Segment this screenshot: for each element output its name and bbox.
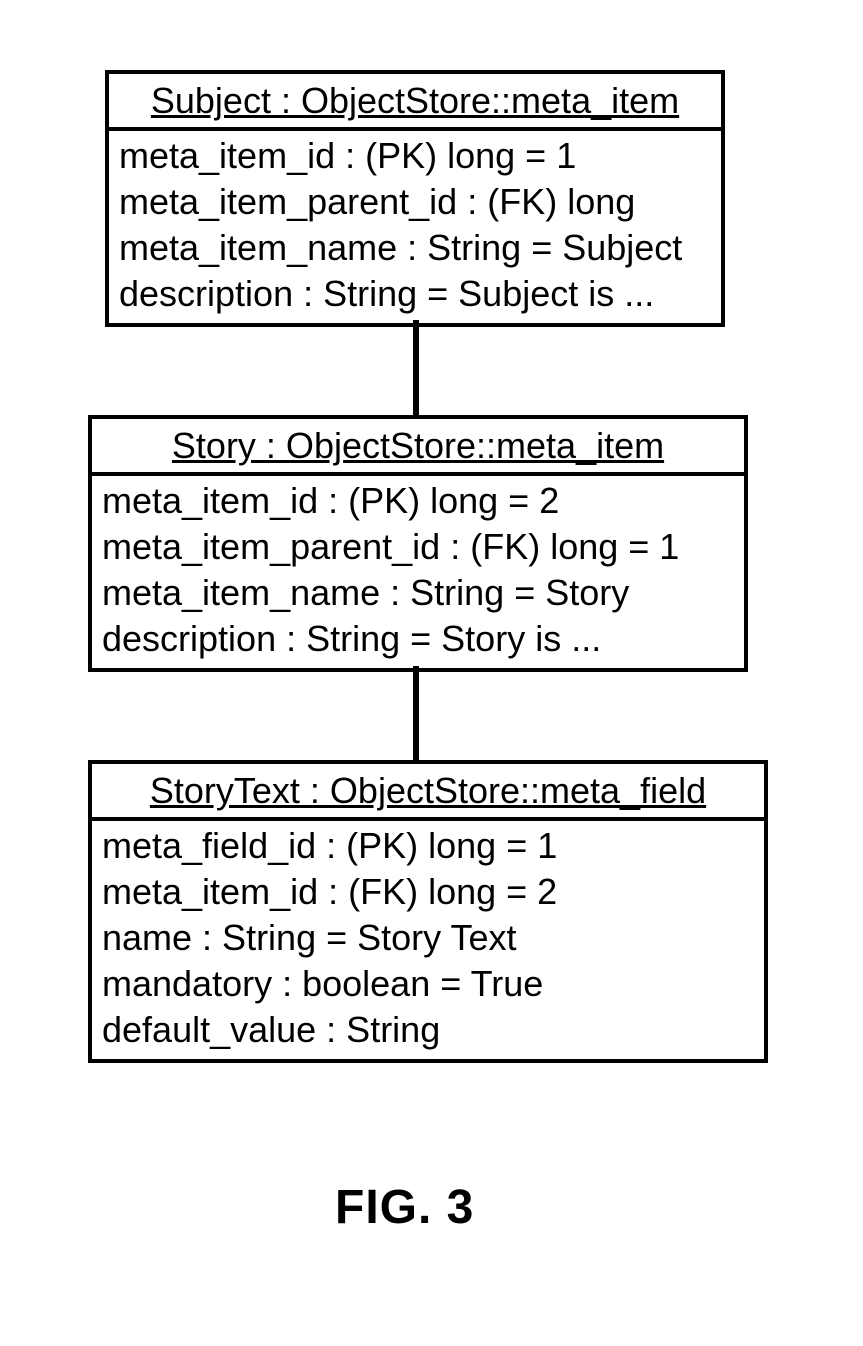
- entity-story-attr: meta_item_name : String = Story: [102, 570, 734, 616]
- entity-story-attr: meta_item_id : (PK) long = 2: [102, 478, 734, 524]
- entity-subject-body: meta_item_id : (PK) long = 1 meta_item_p…: [109, 131, 721, 323]
- connector-story-storytext: [413, 666, 419, 761]
- entity-story-body: meta_item_id : (PK) long = 2 meta_item_p…: [92, 476, 744, 668]
- connector-subject-story: [413, 320, 419, 415]
- entity-subject: Subject : ObjectStore::meta_item meta_it…: [105, 70, 725, 327]
- entity-storytext-body: meta_field_id : (PK) long = 1 meta_item_…: [92, 821, 764, 1059]
- entity-story-attr: meta_item_parent_id : (FK) long = 1: [102, 524, 734, 570]
- entity-subject-header: Subject : ObjectStore::meta_item: [109, 74, 721, 131]
- entity-storytext-attr: mandatory : boolean = True: [102, 961, 754, 1007]
- entity-storytext-attr: name : String = Story Text: [102, 915, 754, 961]
- entity-story-header: Story : ObjectStore::meta_item: [92, 419, 744, 476]
- entity-storytext-header: StoryText : ObjectStore::meta_field: [92, 764, 764, 821]
- entity-story: Story : ObjectStore::meta_item meta_item…: [88, 415, 748, 672]
- entity-subject-attr: meta_item_id : (PK) long = 1: [119, 133, 711, 179]
- entity-subject-attr: description : String = Subject is ...: [119, 271, 711, 317]
- entity-storytext: StoryText : ObjectStore::meta_field meta…: [88, 760, 768, 1063]
- entity-subject-attr: meta_item_name : String = Subject: [119, 225, 711, 271]
- diagram-canvas: Subject : ObjectStore::meta_item meta_it…: [0, 0, 863, 1346]
- entity-subject-attr: meta_item_parent_id : (FK) long: [119, 179, 711, 225]
- entity-storytext-attr: meta_item_id : (FK) long = 2: [102, 869, 754, 915]
- figure-caption: FIG. 3: [335, 1180, 474, 1235]
- entity-story-attr: description : String = Story is ...: [102, 616, 734, 662]
- entity-storytext-attr: meta_field_id : (PK) long = 1: [102, 823, 754, 869]
- entity-storytext-attr: default_value : String: [102, 1007, 754, 1053]
